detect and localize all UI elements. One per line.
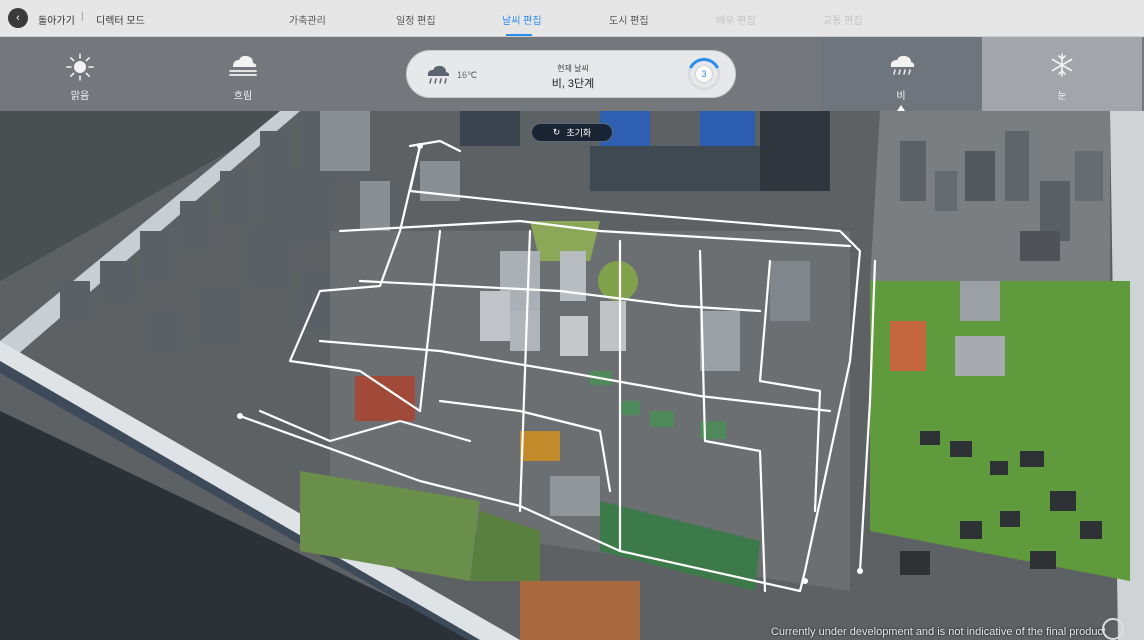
tab-livestock[interactable]: 가축관리 [289,12,326,27]
current-weather-value: 비, 3단계 [551,78,595,90]
weather-option-label: 눈 [1057,91,1067,102]
active-tab-indicator [506,34,532,36]
city-map-view[interactable] [0,111,1144,640]
tab-weather-edit[interactable]: 날씨 편집 [502,12,542,27]
selected-caret [897,105,905,111]
top-nav-bar: ‹ 돌아가기 | 디렉터 모드 가축관리 일정 편집 날씨 편집 도시 편집 배… [0,0,1144,37]
current-weather-title: 현재 날씨 [557,64,589,73]
back-label[interactable]: 돌아가기 [38,12,75,27]
reset-label: 초기화 [566,128,592,138]
rain-cloud-icon [890,55,915,75]
current-temperature: 16℃ [457,70,478,80]
weather-selector-bar: 맑음 흐림 16℃ 현재 날씨 비, 3단계 3 비 눈 [0,36,1144,111]
weather-option-snow[interactable]: 눈 [982,36,1142,111]
tab-actor-edit[interactable]: 배우 편집 [716,12,756,27]
fog-icon [229,55,257,76]
director-mode-label: 디렉터 모드 [96,16,145,27]
weather-option-rain[interactable]: 비 [821,36,981,111]
weather-option-cloudy[interactable]: 흐림 [163,36,323,111]
weather-option-label: 흐림 [233,91,253,102]
tab-traffic-edit[interactable]: 교통 편집 [823,12,863,27]
chevron-left-icon: ‹ [16,12,20,24]
corner-circle-button[interactable] [1102,618,1124,640]
reset-button[interactable]: ↻ 초기화 [531,123,613,142]
tab-city-edit[interactable]: 도시 편집 [609,12,649,27]
rain-cloud-icon [427,65,450,84]
back-button[interactable]: ‹ [8,8,28,28]
weather-level-value: 3 [696,66,712,82]
red-brick-building [355,376,415,421]
development-disclaimer: Currently under development and is not i… [770,626,1106,638]
weather-level-dial[interactable]: 3 [685,55,723,93]
current-weather-panel: 16℃ 현재 날씨 비, 3단계 3 [406,50,736,98]
nav-separator: | [81,11,84,22]
tab-schedule-edit[interactable]: 일정 편집 [396,12,436,27]
weather-option-sunny[interactable]: 맑음 [0,36,160,111]
refresh-icon: ↻ [552,127,561,137]
snowflake-icon [1051,53,1073,77]
sun-icon [66,53,94,81]
weather-option-label: 비 [896,91,906,102]
weather-option-label: 맑음 [70,91,90,102]
